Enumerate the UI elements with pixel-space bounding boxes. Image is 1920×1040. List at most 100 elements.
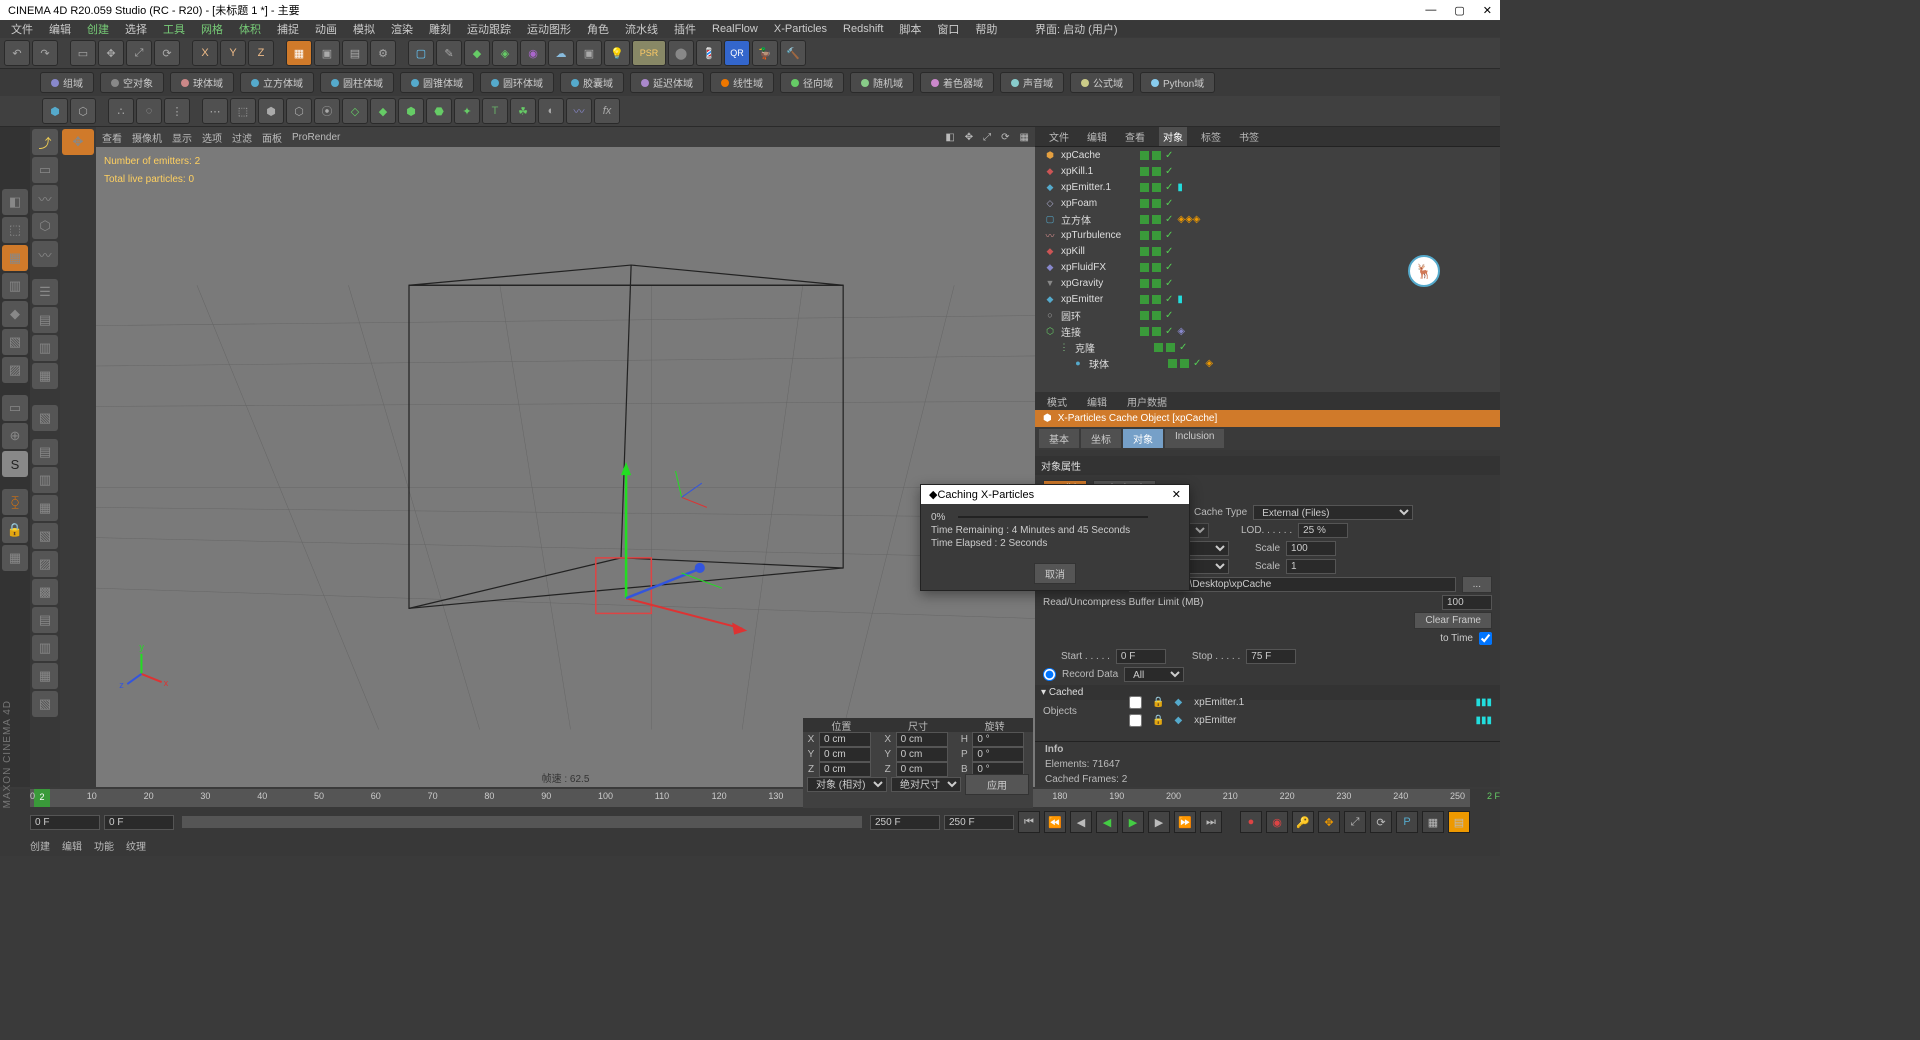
objmgr-tab[interactable]: 编辑 xyxy=(1083,127,1111,146)
misc-icon[interactable]: ▧ xyxy=(32,523,58,549)
next-key-icon[interactable]: ⏩ xyxy=(1174,811,1196,833)
vp-opt-icon[interactable]: ◧ xyxy=(945,132,954,143)
xp-icon[interactable]: ⬢ xyxy=(42,98,68,124)
vp-opt-icon[interactable]: ✥ xyxy=(965,132,973,143)
attr-subtab[interactable]: Inclusion xyxy=(1165,429,1224,448)
attr-subtab[interactable]: 对象 xyxy=(1123,429,1163,448)
material-tab[interactable]: 编辑 xyxy=(62,838,82,853)
autokey-icon[interactable]: ◉ xyxy=(1266,811,1288,833)
xp-icon[interactable]: ∴ xyxy=(108,98,134,124)
totime-checkbox[interactable] xyxy=(1479,632,1492,645)
vp-menu-item[interactable]: 过滤 xyxy=(232,130,252,145)
xp-icon[interactable]: ⬢ xyxy=(258,98,284,124)
key-opt-icon[interactable]: ▦ xyxy=(1422,811,1444,833)
objmgr-tab[interactable]: 查看 xyxy=(1121,127,1149,146)
field-pill[interactable]: 胶囊域 xyxy=(560,72,624,93)
attr-tab[interactable]: 编辑 xyxy=(1081,392,1113,411)
env-icon[interactable]: ☁ xyxy=(548,40,574,66)
field-pill[interactable]: 随机域 xyxy=(850,72,914,93)
tree-item-xpEmitter.1[interactable]: ◆xpEmitter.1✓▮ xyxy=(1035,179,1500,195)
size-input[interactable] xyxy=(896,732,948,747)
misc-icon[interactable]: ▤ xyxy=(32,307,58,333)
light-icon[interactable]: 💡 xyxy=(604,40,630,66)
scale-icon[interactable]: ⤢ xyxy=(126,40,152,66)
move-icon[interactable]: ✥ xyxy=(98,40,124,66)
menu-帮助[interactable]: 帮助 xyxy=(972,21,1000,37)
menu-模拟[interactable]: 模拟 xyxy=(350,21,378,37)
xp-icon[interactable]: ⬢ xyxy=(398,98,424,124)
misc-icon[interactable]: ▥ xyxy=(32,335,58,361)
vp-menu-item[interactable]: 选项 xyxy=(202,130,222,145)
field-pill[interactable]: 圆柱体域 xyxy=(320,72,394,93)
tool-icon[interactable]: 🔨 xyxy=(780,40,806,66)
redo-icon[interactable]: ↷ xyxy=(32,40,58,66)
select-icon[interactable]: ▭ xyxy=(70,40,96,66)
timeline-scrollbar[interactable] xyxy=(182,816,862,828)
xp-icon[interactable]: ⋯ xyxy=(202,98,228,124)
menu-角色[interactable]: 角色 xyxy=(584,21,612,37)
xp-icon[interactable]: ◇ xyxy=(342,98,368,124)
render-pv-icon[interactable]: ▤ xyxy=(342,40,368,66)
dialog-titlebar[interactable]: ◆ Caching X-Particles ✕ xyxy=(921,485,1189,504)
menu-动画[interactable]: 动画 xyxy=(312,21,340,37)
lock-icon[interactable]: 🔒 xyxy=(2,517,28,543)
misc-icon[interactable]: ▤ xyxy=(32,439,58,465)
scale2-input[interactable] xyxy=(1286,559,1336,574)
render-set-icon[interactable]: ⚙ xyxy=(370,40,396,66)
misc-icon[interactable]: ▥ xyxy=(32,635,58,661)
tree-item-克隆[interactable]: ⋮克隆✓ xyxy=(1035,339,1500,355)
layout-selector[interactable]: 界面: 启动 (用户) xyxy=(1035,21,1500,37)
tree-item-圆环[interactable]: ○圆环✓ xyxy=(1035,307,1500,323)
prim-cube-icon[interactable]: ▢ xyxy=(408,40,434,66)
time-cursor[interactable]: 2 xyxy=(34,789,50,807)
obj-mode-icon[interactable]: ◧ xyxy=(2,189,28,215)
workplane-icon[interactable]: ▥ xyxy=(2,273,28,299)
misc-icon[interactable]: ▦ xyxy=(32,495,58,521)
prev-frame-icon[interactable]: ◀ xyxy=(1070,811,1092,833)
tree-item-xpEmitter[interactable]: ◆xpEmitter✓▮ xyxy=(1035,291,1500,307)
qr-icon[interactable]: QR xyxy=(724,40,750,66)
xp-icon[interactable]: ⬣ xyxy=(426,98,452,124)
menu-窗口[interactable]: 窗口 xyxy=(934,21,962,37)
tree-item-xpKill.1[interactable]: ◆xpKill.1✓ xyxy=(1035,163,1500,179)
menu-捕捉[interactable]: 捕捉 xyxy=(274,21,302,37)
vp-opt-icon[interactable]: ▦ xyxy=(1020,132,1029,143)
rot-input[interactable] xyxy=(972,747,1024,762)
field-pill[interactable]: 球体域 xyxy=(170,72,234,93)
xp-icon[interactable]: ✦ xyxy=(454,98,480,124)
field-pill[interactable]: 空对象 xyxy=(100,72,164,93)
edge-mode-icon[interactable]: ▧ xyxy=(2,329,28,355)
misc-icon[interactable]: ☰ xyxy=(32,279,58,305)
move-tool-icon[interactable]: ▭ xyxy=(32,157,58,183)
recdata-select[interactable]: All xyxy=(1124,667,1184,682)
viewport[interactable]: Number of emitters: 2 Total live particl… xyxy=(96,147,1035,787)
misc-icon[interactable]: ▥ xyxy=(32,467,58,493)
brush-icon[interactable]: 〰 xyxy=(32,241,58,267)
menu-雕刻[interactable]: 雕刻 xyxy=(426,21,454,37)
texture-mode-icon[interactable]: ▦ xyxy=(2,245,28,271)
objmgr-tab[interactable]: 书签 xyxy=(1235,127,1263,146)
field-pill[interactable]: 线性域 xyxy=(710,72,774,93)
menu-编辑[interactable]: 编辑 xyxy=(46,21,74,37)
xp-icon[interactable]: 〰 xyxy=(566,98,592,124)
prev-key-icon[interactable]: ⏪ xyxy=(1044,811,1066,833)
deform-icon[interactable]: ◉ xyxy=(520,40,546,66)
start-input[interactable] xyxy=(1116,649,1166,664)
menu-工具[interactable]: 工具 xyxy=(160,21,188,37)
misc-icon[interactable]: ▤ xyxy=(32,607,58,633)
vp-menu-item[interactable]: 显示 xyxy=(172,130,192,145)
menu-运动图形[interactable]: 运动图形 xyxy=(524,21,574,37)
tree-item-xpFoam[interactable]: ◇xpFoam✓ xyxy=(1035,195,1500,211)
key-opt-icon[interactable]: ⟳ xyxy=(1370,811,1392,833)
xp-icon[interactable]: ◆ xyxy=(370,98,396,124)
key-icon[interactable]: 🔑 xyxy=(1292,811,1314,833)
cancel-button[interactable]: 取消 xyxy=(1034,563,1076,584)
menu-X-Particles[interactable]: X-Particles xyxy=(771,23,830,35)
tree-item-球体[interactable]: ●球体✓◈ xyxy=(1035,355,1500,371)
vp-menu-item[interactable]: ProRender xyxy=(292,132,340,143)
vp-opt-icon[interactable]: ⟳ xyxy=(1001,132,1009,143)
stop-input[interactable] xyxy=(1246,649,1296,664)
xp-icon[interactable]: ◐ xyxy=(538,98,564,124)
field-pill[interactable]: 径向域 xyxy=(780,72,844,93)
key-opt-icon[interactable]: ✥ xyxy=(1318,811,1340,833)
